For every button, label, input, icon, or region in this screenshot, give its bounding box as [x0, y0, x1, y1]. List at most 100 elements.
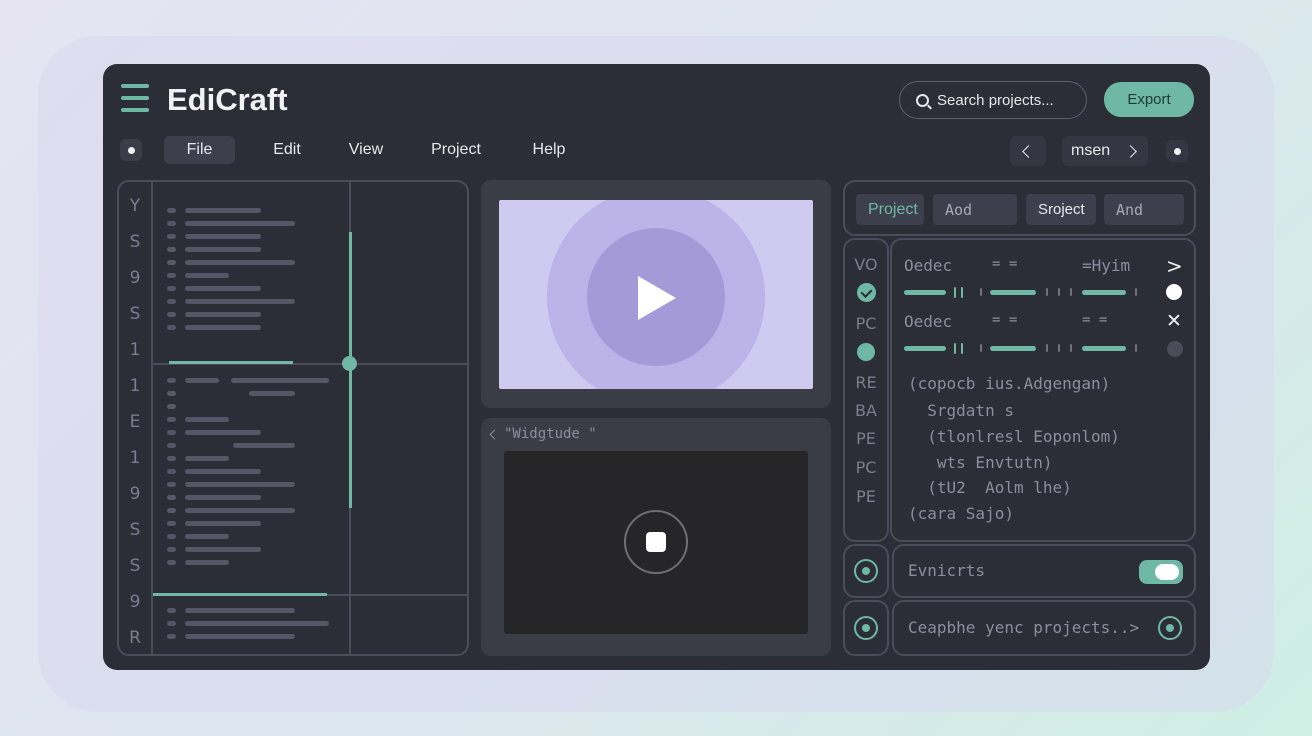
- menu-view[interactable]: View: [341, 136, 391, 164]
- tab-and[interactable]: And: [1104, 194, 1184, 225]
- track-clip[interactable]: [185, 634, 295, 639]
- play-icon[interactable]: [638, 276, 676, 320]
- row-marker: [167, 547, 176, 552]
- nav-forward-button[interactable]: msen: [1062, 136, 1148, 166]
- track-clip[interactable]: [185, 430, 261, 435]
- track-clip[interactable]: [185, 234, 261, 239]
- player-screen[interactable]: [504, 451, 808, 634]
- track-letter: S: [129, 556, 141, 576]
- player-title-text: "Widgtude ": [504, 426, 597, 442]
- track-clip[interactable]: [185, 608, 295, 613]
- toggle-label: Evnicrts: [908, 561, 986, 580]
- range-bar[interactable]: [169, 361, 293, 364]
- row-marker: [167, 634, 176, 639]
- row-marker: [167, 469, 176, 474]
- row-marker: [167, 299, 176, 304]
- code-line: (tU2 Aolm lhe): [908, 478, 1072, 497]
- track-clip[interactable]: [185, 417, 229, 422]
- row-marker: [167, 260, 176, 265]
- side-label: RE: [855, 373, 877, 392]
- row2-mid: = =: [992, 312, 1018, 328]
- tab-aod[interactable]: Aod: [933, 194, 1017, 225]
- level-bar[interactable]: [990, 346, 1036, 351]
- track-clip[interactable]: [185, 547, 261, 552]
- track-clip[interactable]: [233, 443, 295, 448]
- tab-sroject[interactable]: Sroject: [1026, 194, 1096, 225]
- track-letter: S: [129, 304, 141, 324]
- level-bar[interactable]: [1082, 346, 1126, 351]
- track-clip[interactable]: [185, 221, 295, 226]
- toggle-switch[interactable]: [1139, 560, 1183, 584]
- player-title[interactable]: "Widgtude ": [489, 426, 597, 442]
- menu-file[interactable]: File: [164, 136, 235, 164]
- level-bar[interactable]: [990, 290, 1036, 295]
- track-clip[interactable]: [185, 621, 329, 626]
- level-bar[interactable]: [904, 346, 946, 351]
- close-icon[interactable]: ✕: [1166, 310, 1182, 332]
- level-bar[interactable]: [904, 290, 946, 295]
- row2-label: Oedec: [904, 312, 953, 331]
- video-preview[interactable]: [499, 200, 813, 389]
- track-clip[interactable]: [185, 208, 261, 213]
- options-dot-icon[interactable]: [1166, 140, 1188, 162]
- tab-project[interactable]: Project: [856, 194, 924, 225]
- menu-edit[interactable]: Edit: [263, 136, 311, 164]
- row-marker: [167, 534, 176, 539]
- search-input[interactable]: Search projects...: [899, 81, 1087, 119]
- track-clip[interactable]: [185, 273, 229, 278]
- hamburger-menu-icon[interactable]: [121, 84, 149, 114]
- menu-dot-icon[interactable]: [120, 139, 142, 161]
- level-bar[interactable]: [1082, 290, 1126, 295]
- bottom-row[interactable]: Ceapbhe yenc projects..>: [892, 600, 1196, 656]
- track-clip[interactable]: [185, 247, 261, 252]
- menu-project[interactable]: Project: [421, 136, 491, 164]
- range-bar[interactable]: [153, 593, 327, 596]
- row-marker: [167, 234, 176, 239]
- track-clip[interactable]: [185, 521, 261, 526]
- track-clip[interactable]: [185, 312, 261, 317]
- level-tick: [954, 343, 956, 354]
- track-clip[interactable]: [185, 299, 295, 304]
- export-button[interactable]: Export: [1104, 82, 1194, 117]
- grey-dot-icon[interactable]: [1167, 341, 1183, 357]
- track-clip[interactable]: [249, 391, 295, 396]
- code-line: (cara Sajo): [908, 504, 1014, 523]
- status-dot-icon[interactable]: [857, 343, 875, 361]
- track-clip[interactable]: [185, 456, 229, 461]
- stop-button[interactable]: [624, 510, 688, 574]
- chevron-right-icon[interactable]: >: [1166, 254, 1183, 278]
- track-clip[interactable]: [185, 325, 261, 330]
- row-marker: [167, 208, 176, 213]
- target-icon[interactable]: [854, 559, 878, 583]
- target-icon[interactable]: [854, 616, 878, 640]
- app-window: EdiCraft Search projects... Export File …: [103, 64, 1210, 670]
- track-clip[interactable]: [185, 469, 261, 474]
- inspector-side-column: VO PC RE BA PE PC PE: [843, 238, 889, 542]
- track-letter: 9: [129, 484, 141, 504]
- level-tick: [961, 287, 963, 298]
- nav-back-button[interactable]: [1010, 136, 1046, 166]
- search-icon: [916, 93, 929, 107]
- side-label: PC: [855, 314, 877, 333]
- track-letter: 1: [129, 376, 141, 396]
- code-line: Srgdatn s: [908, 401, 1014, 420]
- track-clip[interactable]: [231, 378, 329, 383]
- playhead-handle[interactable]: [342, 356, 357, 371]
- level-tick: [1046, 344, 1048, 352]
- check-icon[interactable]: [857, 283, 876, 302]
- white-dot-icon[interactable]: [1166, 284, 1182, 300]
- target-icon[interactable]: [1158, 616, 1182, 640]
- track-clip[interactable]: [185, 495, 261, 500]
- track-clip[interactable]: [185, 508, 295, 513]
- menu-help[interactable]: Help: [523, 136, 575, 164]
- row-marker: [167, 456, 176, 461]
- track-clip[interactable]: [185, 378, 219, 383]
- row-marker: [167, 312, 176, 317]
- track-clip[interactable]: [185, 482, 295, 487]
- track-clip[interactable]: [185, 534, 229, 539]
- track-clip[interactable]: [185, 286, 261, 291]
- track-clip[interactable]: [185, 260, 295, 265]
- track-clip[interactable]: [185, 560, 229, 565]
- level-tick: [980, 344, 982, 352]
- row-marker: [167, 430, 176, 435]
